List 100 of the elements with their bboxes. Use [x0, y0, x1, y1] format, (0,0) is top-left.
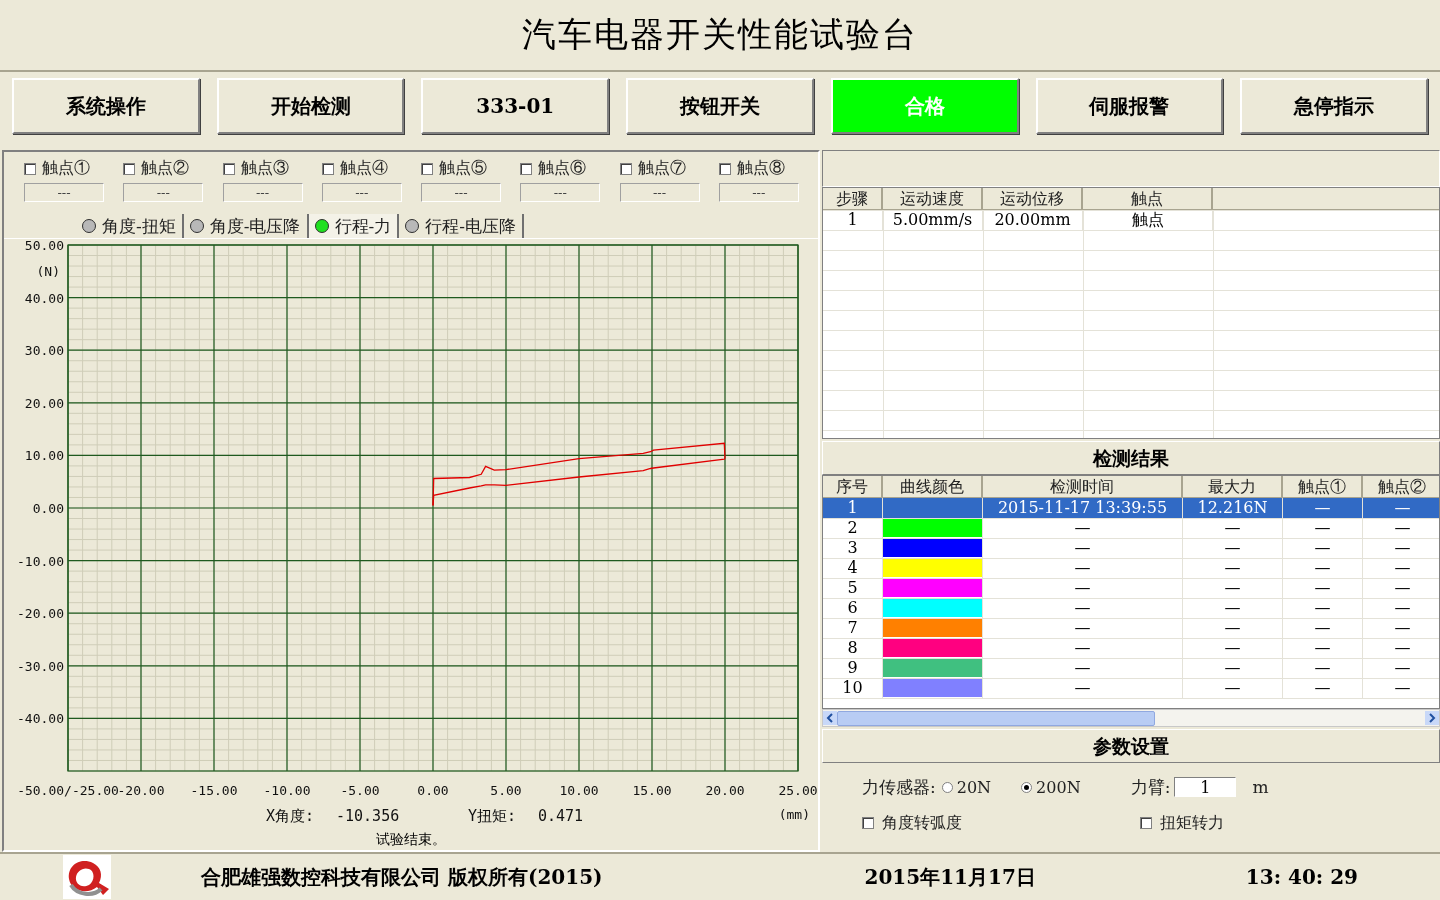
table-cell: 触点	[1083, 210, 1213, 230]
x-axis-label: 10.00	[559, 783, 599, 798]
value-field: ---	[421, 183, 501, 202]
x-axis-label: 15.00	[632, 783, 672, 798]
x-axis-label: -50.00/-25.00	[17, 783, 119, 798]
x-axis-unit: (mm)	[778, 807, 810, 822]
table-cell: —	[1363, 618, 1439, 638]
checkbox-label: 触点⑧	[736, 158, 785, 179]
table-cell: —	[1283, 598, 1363, 618]
table-cell: —	[1283, 558, 1363, 578]
radio-label: 20N	[956, 777, 992, 797]
table-cell: —	[1363, 518, 1439, 538]
table-cell: —	[1363, 638, 1439, 658]
table-cell: —	[1363, 558, 1439, 578]
table-cell: —	[1363, 598, 1439, 618]
value-field: ---	[222, 183, 303, 202]
x-axis-label: -20.00	[117, 783, 165, 798]
y-axis-label: -30.00	[17, 658, 64, 674]
table-cell: —	[1183, 638, 1283, 658]
x-axis-label: -15.00	[190, 783, 238, 798]
x-axis-label: 20.00	[705, 783, 745, 798]
table-cell: —	[1283, 618, 1363, 638]
table-cell: —	[1183, 618, 1283, 638]
section-header: 参数设置	[822, 729, 1440, 763]
value-field: ---	[718, 183, 799, 202]
checkbox-label: 扭矩转力	[1160, 812, 1224, 834]
table-cell: —	[983, 558, 1183, 578]
table-cell: 5.00mm/s	[883, 210, 983, 230]
y-axis-label: 40.00	[24, 290, 64, 306]
field-label: 力传感器:	[862, 775, 936, 799]
table-cell: —	[1183, 678, 1283, 698]
y-axis-label: 20.00	[24, 395, 64, 411]
table-cell: —	[1363, 498, 1439, 518]
radio-label: 200N	[1036, 777, 1081, 797]
copyright-text: 合肥雄强数控科技有限公司 版权所有(2015)	[201, 863, 603, 891]
checkbox-label: 触点⑦	[637, 158, 686, 179]
table-cell: —	[983, 578, 1183, 598]
table-cell: —	[983, 658, 1183, 678]
y-axis-label: 10.00	[24, 448, 64, 464]
table-cell: —	[983, 638, 1183, 658]
x-axis-label: 5.00	[490, 783, 522, 798]
y-axis-label: -20.00	[17, 606, 64, 622]
table-cell: —	[1183, 518, 1283, 538]
readout-label: Y扭矩:	[468, 807, 517, 825]
status-text: 试验结束。	[375, 831, 447, 849]
checkbox-label: 触点⑥	[538, 158, 587, 179]
table-cell: 2015-11-17 13:39:55	[983, 498, 1183, 518]
section-header: 检测结果	[822, 441, 1440, 475]
table-cell: —	[1183, 658, 1283, 678]
table-cell: —	[1183, 598, 1283, 618]
value-field: ---	[321, 183, 402, 202]
table-cell: —	[1363, 658, 1439, 678]
table-cell: —	[1183, 558, 1283, 578]
checkbox-label: 触点③	[240, 158, 289, 179]
checkbox-label: 触点④	[339, 158, 388, 179]
y-axis-label: 50.00	[24, 239, 64, 253]
table-cell: —	[1283, 518, 1363, 538]
table-cell: —	[1363, 538, 1439, 558]
window-title: 汽车电器开关性能试验台	[522, 13, 918, 56]
table-cell: —	[1283, 658, 1363, 678]
table-cell: 1	[823, 498, 883, 518]
table-cell: —	[1363, 678, 1439, 698]
table-cell: 1	[823, 210, 883, 230]
unit-label: m	[1252, 777, 1269, 797]
x-axis-label: -10.00	[263, 783, 311, 798]
y-axis-label: -10.00	[17, 553, 64, 569]
table-cell: —	[983, 678, 1183, 698]
x-axis-label: 0.00	[417, 783, 449, 798]
table-cell: —	[1283, 678, 1363, 698]
table-cell: 20.00mm	[983, 210, 1083, 230]
date-text: 2015年11月17日	[864, 863, 1036, 891]
checkbox-label: 角度转弧度	[882, 812, 962, 834]
y-axis-label: -40.00	[17, 711, 64, 727]
value-field: ---	[520, 183, 601, 202]
y-axis-label: 30.00	[24, 343, 64, 359]
value-field: ---	[24, 183, 104, 202]
y-axis-unit: (N)	[36, 264, 60, 280]
time-text: 13: 40: 29	[1245, 865, 1358, 889]
x-axis-label: 25.00	[778, 783, 818, 798]
checkbox-label: 触点⑤	[439, 158, 487, 179]
readout-value: -10.356	[336, 807, 400, 825]
field-label: 力臂:	[1130, 775, 1171, 799]
table-cell: —	[1283, 578, 1363, 598]
checkbox-label: 触点②	[141, 158, 190, 179]
table-cell: —	[1183, 538, 1283, 558]
readout-label: X角度:	[266, 807, 315, 825]
table-cell: —	[1183, 578, 1283, 598]
table-cell: 12.216N	[1183, 498, 1283, 518]
y-axis-label: 0.00	[32, 501, 64, 516]
table-cell: —	[1283, 538, 1363, 558]
checkbox-label: 触点①	[42, 158, 90, 179]
readout-value: 0.471	[538, 807, 584, 825]
x-axis-label: -5.00	[340, 783, 380, 798]
value-field: ---	[619, 183, 700, 202]
value-field: ---	[123, 183, 204, 202]
table-cell: —	[1283, 498, 1363, 518]
table-cell: —	[1363, 578, 1439, 598]
table-cell: —	[983, 538, 1183, 558]
table-cell: —	[983, 598, 1183, 618]
table-cell: —	[983, 518, 1183, 538]
